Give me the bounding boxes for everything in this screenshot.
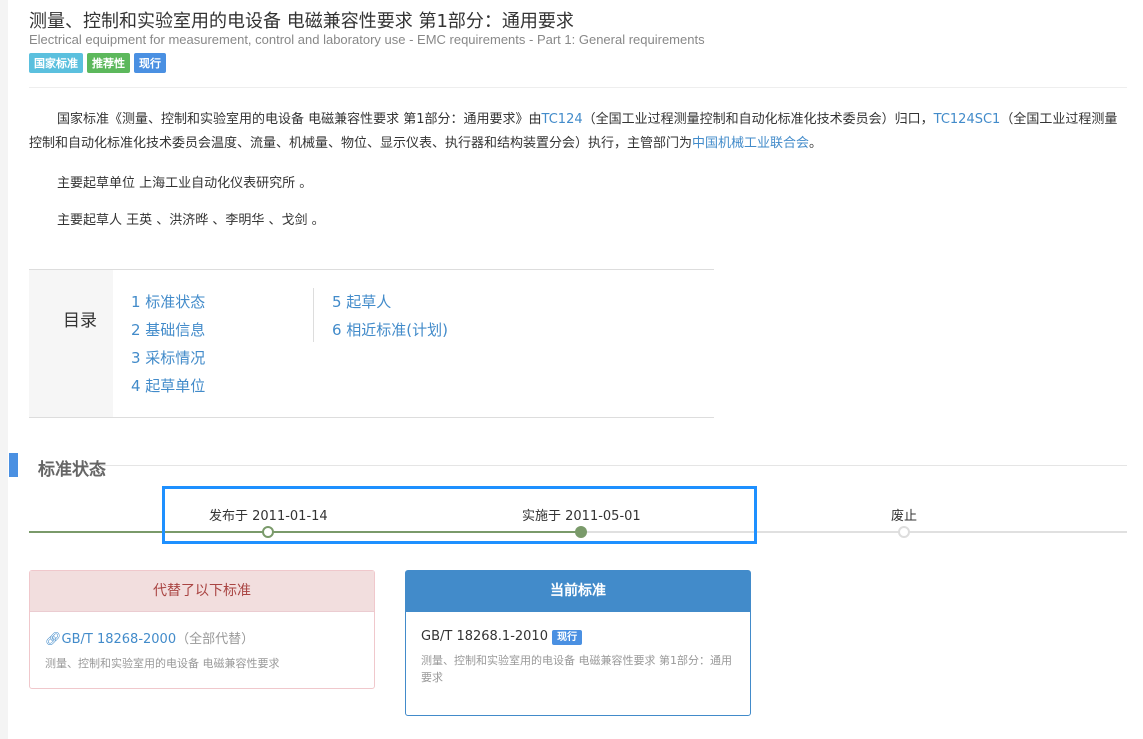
intro-text: （全国工业过程测量控制和自动化标准化技术委员会）归口， [583,112,934,127]
replaced-note: （全部代替） [176,632,254,647]
section-title: 标准状态 [38,455,106,480]
drafters: 主要起草人 王英 、洪济晔 、李明华 、戈剑 。 [29,209,1127,233]
abolished-dot [898,526,910,538]
link-department[interactable]: 中国机械工业联合会 [692,136,809,151]
intro-text: 国家标准《测量、控制和实验室用的电设备 电磁兼容性要求 第1部分：通用要求》由 [57,112,542,127]
abolished-label: 废止 [891,505,917,524]
toc-label: 目录 [29,270,113,417]
page-title: 测量、控制和实验室用的电设备 电磁兼容性要求 第1部分：通用要求 [29,7,574,33]
current-header: 当前标准 [406,571,750,612]
toc-item[interactable]: 3 采标情况 [131,349,205,367]
replaced-header: 代替了以下标准 [30,571,374,612]
current-standard-code: GB/T 18268.1-2010 [421,629,548,644]
badge-current: 现行 [134,53,166,73]
english-title: Electrical equipment for measurement, co… [29,32,705,47]
toc-item[interactable]: 2 基础信息 [131,321,205,339]
toc-item[interactable]: 4 起草单位 [131,377,205,395]
table-of-contents: 目录 1 标准状态 2 基础信息 3 采标情况 4 起草单位 5 起草人 6 相… [29,269,714,418]
highlight-box [162,486,757,544]
intro-paragraph: 国家标准《测量、控制和实验室用的电设备 电磁兼容性要求 第1部分：通用要求》由T… [29,108,1127,156]
badge-national: 国家标准 [29,53,83,73]
toc-item[interactable]: 1 标准状态 [131,293,205,311]
section-line [99,465,1127,466]
toc-item[interactable]: 6 相近标准(计划) [332,321,448,339]
badge-recommended: 推荐性 [87,53,130,73]
link-icon: 🔗︎ [45,632,62,647]
section-accent [9,453,18,477]
replaced-standard-link[interactable]: GB/T 18268-2000 [62,632,177,647]
replaced-standards-card: 代替了以下标准 🔗︎GB/T 18268-2000（全部代替） 测量、控制和实验… [29,570,375,689]
section-header: 标准状态 [9,453,1127,478]
link-tc124[interactable]: TC124 [542,112,583,127]
divider [29,87,1127,88]
toc-separator [313,288,314,342]
page-edge [0,0,8,739]
intro-text: 。 [809,136,822,151]
replaced-description: 测量、控制和实验室用的电设备 电磁兼容性要求 [45,655,359,672]
link-tc124sc1[interactable]: TC124SC1 [934,112,1001,127]
current-status-badge: 现行 [552,630,582,645]
drafting-unit: 主要起草单位 上海工业自动化仪表研究所 。 [29,172,1127,196]
current-description: 测量、控制和实验室用的电设备 电磁兼容性要求 第1部分：通用要求 [421,652,735,686]
current-standard-card: 当前标准 GB/T 18268.1-2010 现行 测量、控制和实验室用的电设备… [405,570,751,716]
toc-item[interactable]: 5 起草人 [332,293,391,311]
